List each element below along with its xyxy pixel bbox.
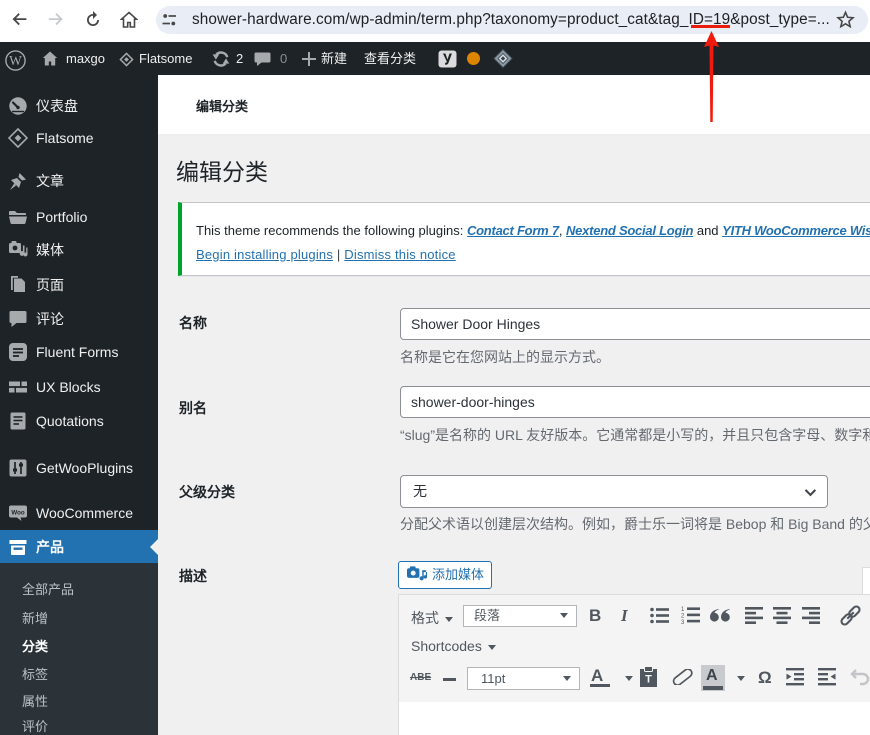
- svg-text:T: T: [645, 674, 652, 686]
- svg-text:Woo: Woo: [11, 510, 25, 517]
- svg-text:2: 2: [681, 614, 685, 620]
- svg-text:3: 3: [681, 620, 685, 624]
- svg-text:W: W: [9, 53, 22, 68]
- svg-text:1: 1: [681, 607, 685, 613]
